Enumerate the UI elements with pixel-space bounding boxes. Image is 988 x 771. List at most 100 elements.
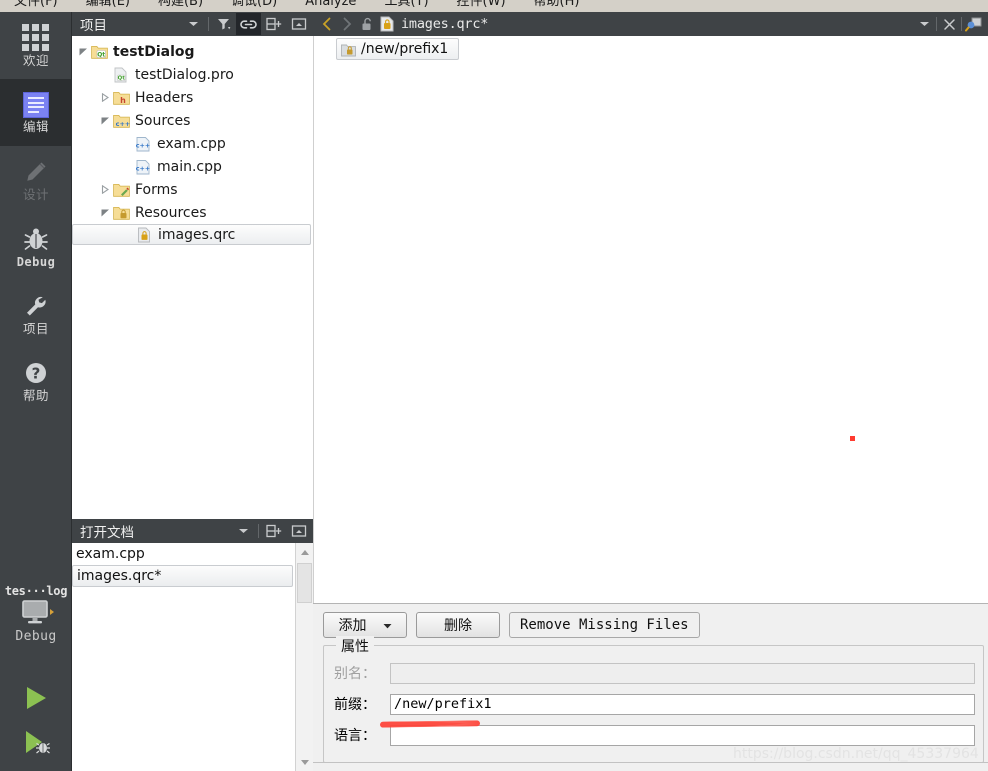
- mode-welcome[interactable]: 欢迎: [0, 12, 72, 79]
- resource-editor-area[interactable]: /new/prefix1: [313, 36, 988, 603]
- menu-item[interactable]: 帮助(H): [520, 0, 594, 12]
- tree-item-label: testDialog: [113, 43, 195, 60]
- question-circle-icon: ?: [26, 362, 46, 383]
- tree-item-label: testDialog.pro: [135, 66, 234, 83]
- resource-prefix-node[interactable]: /new/prefix1: [336, 38, 460, 60]
- chevron-down-icon[interactable]: [98, 208, 112, 217]
- menu-item[interactable]: 调试(D): [217, 0, 291, 12]
- mode-edit[interactable]: 编辑: [0, 79, 72, 146]
- tree-item[interactable]: Resources: [72, 201, 313, 224]
- split-add-icon[interactable]: [261, 520, 286, 542]
- property-field-input: [390, 662, 975, 684]
- chevron-down-icon[interactable]: [231, 520, 256, 542]
- chevron-down-icon[interactable]: [914, 13, 934, 35]
- toolbar-separator: [936, 17, 937, 31]
- chevron-down-icon[interactable]: [181, 13, 206, 35]
- tree-item-label: Headers: [135, 89, 194, 106]
- link-icon[interactable]: [236, 13, 261, 35]
- menu-item[interactable]: 控件(W): [443, 0, 520, 12]
- tree-item[interactable]: Qt testDialog.pro: [72, 63, 313, 86]
- tree-item[interactable]: c++ exam.cpp: [72, 132, 313, 155]
- svg-text:c++: c++: [136, 164, 151, 172]
- tree-item-label: Sources: [135, 112, 191, 129]
- properties-group-title: 属性: [336, 636, 374, 656]
- toolbar-separator: [258, 524, 259, 538]
- open-document-item[interactable]: images.qrc*: [72, 565, 293, 587]
- mode-design-label: 设计: [22, 186, 49, 202]
- chevron-right-icon[interactable]: [98, 185, 112, 194]
- mode-welcome-label: 欢迎: [22, 52, 49, 68]
- sources-folder-icon: c++: [112, 113, 131, 128]
- mode-design[interactable]: 设计: [0, 146, 72, 213]
- bug-icon: [24, 228, 48, 250]
- tree-item[interactable]: images.qrc: [72, 224, 311, 245]
- property-action-button[interactable]: 删除: [416, 612, 500, 638]
- editor-toolbar: images.qrc*: [313, 12, 988, 36]
- mode-debug[interactable]: Debug: [0, 213, 72, 280]
- cpp-file-icon: c++: [134, 159, 153, 175]
- chevron-down-icon[interactable]: [383, 617, 392, 633]
- tree-item[interactable]: Qt testDialog: [72, 40, 313, 63]
- monitor-icon: [22, 600, 54, 624]
- mode-projects-label: 项目: [22, 320, 49, 336]
- property-field-input[interactable]: [390, 724, 975, 746]
- svg-text:c++: c++: [136, 141, 151, 149]
- mode-help[interactable]: ? 帮助: [0, 347, 72, 414]
- toolbar-separator: [961, 17, 962, 31]
- collapse-icon[interactable]: [286, 520, 311, 542]
- tree-item[interactable]: c++ main.cpp: [72, 155, 313, 178]
- chevron-right-icon[interactable]: [98, 93, 112, 102]
- scrollbar-thumb[interactable]: [297, 563, 312, 603]
- split-editor-icon[interactable]: [964, 13, 984, 35]
- tree-item-label: main.cpp: [157, 158, 222, 175]
- chevron-down-icon[interactable]: [98, 116, 112, 125]
- wrench-icon: [27, 296, 46, 316]
- scroll-up-arrow-icon[interactable]: [296, 543, 313, 561]
- open-documents-list[interactable]: exam.cpp images.qrc*: [72, 543, 313, 771]
- property-action-label: Remove Missing Files: [520, 617, 689, 633]
- svg-text:Qt: Qt: [97, 51, 105, 58]
- property-field-label: 语言：: [334, 728, 376, 744]
- filter-icon[interactable]: [211, 13, 236, 35]
- tree-item[interactable]: Forms: [72, 178, 313, 201]
- tree-item-label: Resources: [135, 204, 207, 221]
- menu-item[interactable]: 编辑(E): [72, 0, 144, 12]
- qrc-file-icon: [135, 227, 154, 243]
- menu-item[interactable]: 工具(T): [370, 0, 442, 12]
- kit-selector[interactable]: tes···log Debug: [0, 578, 72, 673]
- svg-text:?: ?: [32, 364, 41, 382]
- tree-item[interactable]: c++ Sources: [72, 109, 313, 132]
- menu-item[interactable]: 文件(F): [0, 0, 72, 12]
- close-icon[interactable]: [939, 13, 959, 35]
- chevron-down-icon[interactable]: [76, 47, 90, 56]
- build-button[interactable]: [0, 764, 72, 771]
- open-document-item[interactable]: exam.cpp: [72, 543, 312, 565]
- property-field-input[interactable]: /new/prefix1: [390, 693, 975, 715]
- property-action-button[interactable]: 添加: [323, 612, 407, 638]
- property-field-row: 别名：: [334, 662, 975, 684]
- split-add-icon[interactable]: [261, 13, 286, 35]
- qrc-file-icon: [377, 13, 397, 35]
- resource-prefix-label: /new/prefix1: [361, 41, 449, 57]
- tree-item[interactable]: h Headers: [72, 86, 313, 109]
- status-bar: [313, 762, 988, 771]
- open-document-label: images.qrc*: [77, 568, 162, 584]
- debug-button[interactable]: [0, 720, 72, 764]
- collapse-icon[interactable]: [286, 13, 311, 35]
- menu-item[interactable]: Analyze: [291, 0, 370, 12]
- cpp-file-icon: c++: [134, 136, 153, 152]
- chevron-right-icon[interactable]: [337, 13, 357, 35]
- mode-debug-label: Debug: [16, 255, 56, 269]
- property-action-button[interactable]: Remove Missing Files: [509, 612, 700, 638]
- menu-item[interactable]: 构建(B): [144, 0, 217, 12]
- toolbar-separator: [208, 17, 209, 31]
- scroll-down-arrow-icon[interactable]: [296, 753, 314, 771]
- mode-projects[interactable]: 项目: [0, 280, 72, 347]
- chevron-left-icon[interactable]: [317, 13, 337, 35]
- project-tree[interactable]: Qt testDialog Qt testDialog.pro h Headers c++ S…: [72, 36, 313, 519]
- run-button[interactable]: [0, 676, 72, 720]
- unlocked-icon[interactable]: [357, 13, 377, 35]
- play-bug-icon: [26, 731, 50, 754]
- open-documents-scrollbar[interactable]: [295, 543, 313, 771]
- headers-folder-icon: h: [112, 90, 131, 105]
